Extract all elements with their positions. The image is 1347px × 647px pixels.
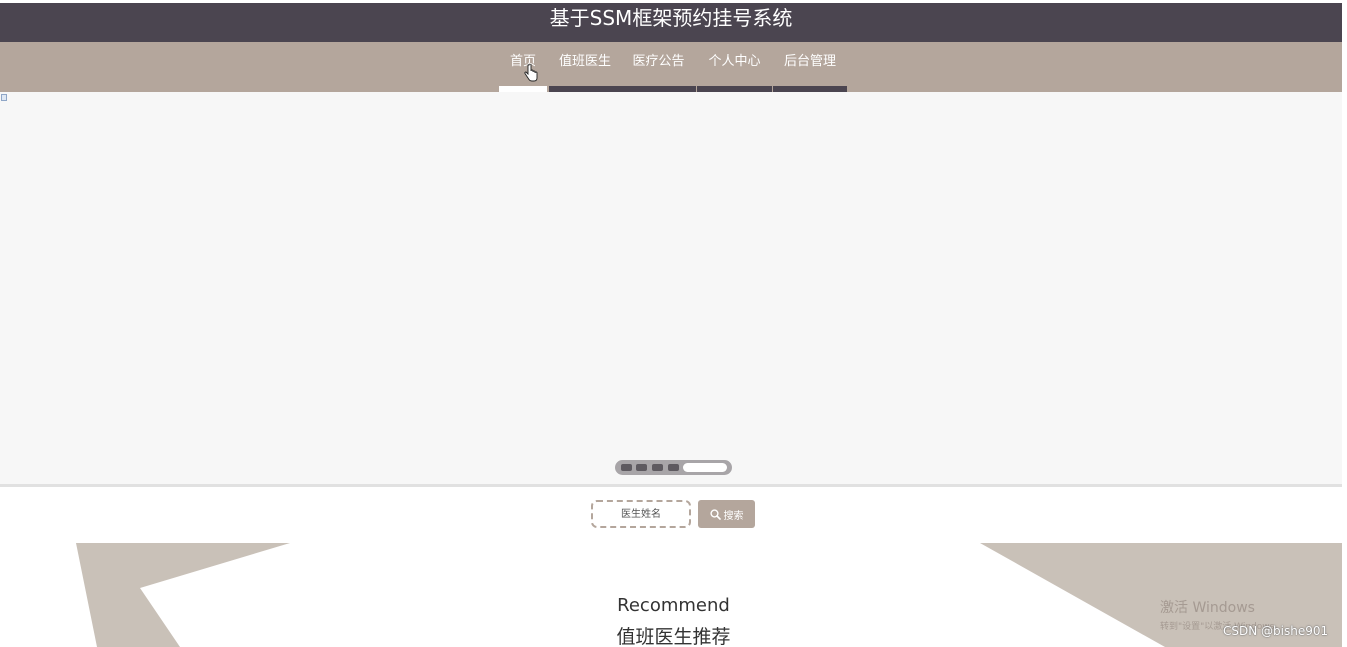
csdn-watermark: CSDN @bishe901 bbox=[1223, 624, 1329, 638]
carousel-dot[interactable] bbox=[668, 464, 679, 471]
nav-home[interactable]: 首页 bbox=[499, 42, 547, 92]
search-button[interactable]: 搜索 bbox=[698, 500, 755, 528]
banner-carousel bbox=[0, 92, 1342, 484]
nav-duty-doctors[interactable]: 值班医生 bbox=[549, 42, 621, 92]
broken-image-icon bbox=[1, 94, 7, 101]
nav-personal-center-label: 个人中心 bbox=[708, 54, 761, 69]
recommend-title-en: Recommend bbox=[617, 595, 730, 616]
nav-admin[interactable]: 后台管理 bbox=[773, 42, 847, 92]
banner-divider bbox=[0, 484, 1342, 487]
nav-medical-notices[interactable]: 医疗公告 bbox=[621, 42, 696, 92]
carousel-indicators bbox=[615, 460, 732, 475]
search-button-label: 搜索 bbox=[723, 510, 744, 522]
carousel-dot-active[interactable] bbox=[683, 463, 727, 472]
nav-admin-label: 后台管理 bbox=[783, 54, 836, 69]
hand-cursor-icon bbox=[524, 64, 538, 82]
nav-duty-doctors-label: 值班医生 bbox=[558, 54, 611, 69]
recommend-title-cn: 值班医生推荐 bbox=[616, 626, 731, 647]
windows-activation-title: 激活 Windows bbox=[1160, 600, 1255, 616]
carousel-dot[interactable] bbox=[636, 464, 647, 471]
carousel-dot[interactable] bbox=[621, 464, 632, 471]
site-title: 基于SSM框架预约挂号系统 bbox=[549, 6, 793, 30]
nav-personal-center[interactable]: 个人中心 bbox=[697, 42, 772, 92]
search-icon bbox=[709, 508, 721, 520]
nav-medical-notices-label: 医疗公告 bbox=[632, 54, 685, 69]
site-header: 基于SSM框架预约挂号系统 bbox=[0, 3, 1342, 42]
main-nav: 首页 值班医生 医疗公告 个人中心 后台管理 bbox=[0, 42, 1342, 92]
carousel-dot[interactable] bbox=[652, 464, 663, 471]
doctor-name-search-input[interactable] bbox=[591, 500, 691, 528]
